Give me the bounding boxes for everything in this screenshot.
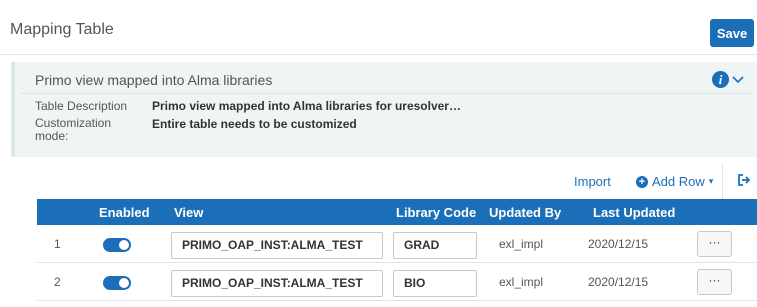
toolbar-divider xyxy=(722,163,723,199)
row-number: 2 xyxy=(54,275,61,289)
column-header-view[interactable]: View xyxy=(174,205,203,220)
last-updated-cell: 2020/12/15 xyxy=(588,237,649,251)
enabled-toggle[interactable] xyxy=(103,276,131,290)
view-input[interactable]: PRIMO_OAP_INST:ALMA_TEST xyxy=(171,270,383,297)
page-header: Mapping Table Save xyxy=(0,0,757,55)
add-row-label: Add Row xyxy=(652,174,705,189)
table-row: 2 PRIMO_OAP_INST:ALMA_TEST BIO exl_impl … xyxy=(37,264,757,301)
export-icon[interactable] xyxy=(736,172,752,188)
info-panel-title: Primo view mapped into Alma libraries xyxy=(35,72,273,88)
enabled-toggle[interactable] xyxy=(103,238,131,252)
table-description-value: Primo view mapped into Alma libraries fo… xyxy=(152,99,461,113)
last-updated-cell: 2020/12/15 xyxy=(588,275,649,289)
row-actions-button[interactable]: ··· xyxy=(697,269,732,295)
import-link[interactable]: Import xyxy=(574,174,611,189)
table-description-label: Table Description xyxy=(35,99,128,113)
library-code-input[interactable]: GRAD xyxy=(393,232,477,259)
toggle-knob xyxy=(119,240,129,250)
table-row: 1 PRIMO_OAP_INST:ALMA_TEST GRAD exl_impl… xyxy=(37,226,757,263)
save-button[interactable]: Save xyxy=(710,19,754,47)
column-header-enabled[interactable]: Enabled xyxy=(99,205,150,220)
caret-down-icon: ▾ xyxy=(708,176,714,186)
view-input[interactable]: PRIMO_OAP_INST:ALMA_TEST xyxy=(171,232,383,259)
row-actions-button[interactable]: ··· xyxy=(697,231,732,257)
add-row-button[interactable]: + Add Row ▾ xyxy=(636,174,713,189)
updated-by-cell: exl_impl xyxy=(499,275,544,289)
info-icon[interactable]: i xyxy=(712,71,729,88)
library-code-input[interactable]: BIO xyxy=(393,270,477,297)
chevron-down-icon[interactable] xyxy=(731,71,745,87)
plus-circle-icon: + xyxy=(636,175,648,188)
info-divider xyxy=(20,93,752,94)
table-info-panel: Primo view mapped into Alma libraries i … xyxy=(11,62,757,157)
table-header: Enabled View Library Code Updated By Las… xyxy=(37,199,757,225)
column-header-library-code[interactable]: Library Code xyxy=(396,205,476,220)
updated-by-cell: exl_impl xyxy=(499,237,544,251)
row-number: 1 xyxy=(54,237,61,251)
page-title: Mapping Table xyxy=(10,21,114,38)
customization-mode-value: Entire table needs to be customized xyxy=(152,117,357,131)
column-header-updated-by[interactable]: Updated By xyxy=(489,205,561,220)
toggle-knob xyxy=(119,278,129,288)
customization-mode-label: Customization mode: xyxy=(35,116,112,143)
column-header-last-updated[interactable]: Last Updated xyxy=(593,205,675,220)
